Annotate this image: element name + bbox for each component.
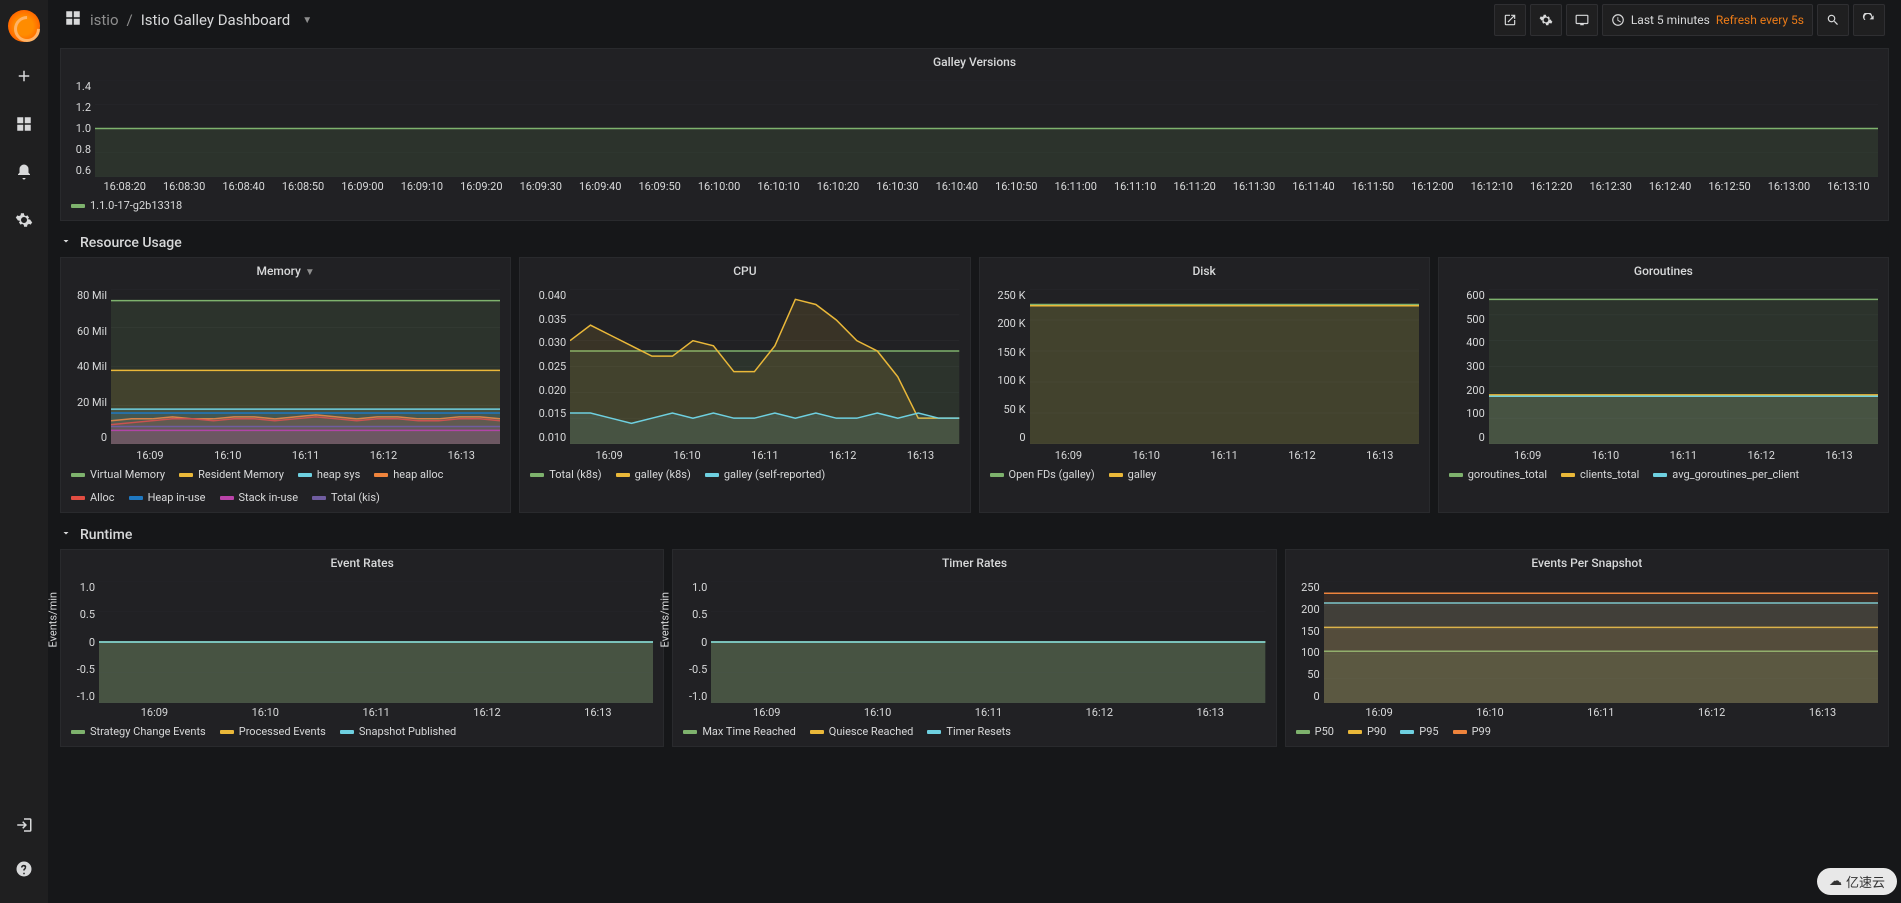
- panel-title: Timer Rates: [673, 550, 1275, 576]
- legend-item[interactable]: Max Time Reached: [683, 725, 795, 738]
- legend-disk: Open FDs (galley) galley: [980, 464, 1429, 489]
- chart-versions: 1.41.21.00.80.616:08:2016:08:3016:08:401…: [61, 75, 1888, 195]
- legend-item[interactable]: Alloc: [71, 491, 115, 504]
- breadcrumb[interactable]: istio / Istio Galley Dashboard ▼: [64, 9, 312, 31]
- dashboard-icon: [64, 9, 82, 31]
- cloud-icon: ☁: [1829, 874, 1842, 889]
- legend-item[interactable]: Heap in-use: [129, 491, 206, 504]
- legend-item[interactable]: Snapshot Published: [340, 725, 456, 738]
- watermark: ☁ 亿速云: [1817, 868, 1897, 895]
- legend-memory: Virtual Memory Resident Memory heap sys hea…: [61, 464, 510, 512]
- grafana-logo[interactable]: [8, 10, 40, 42]
- separator: /: [127, 11, 133, 29]
- legend-timer-rates: Max Time Reached Quiesce Reached Timer Res…: [673, 721, 1275, 746]
- help-icon[interactable]: [0, 849, 48, 889]
- chevron-down-icon: ▼: [302, 15, 312, 26]
- panel-event-rates[interactable]: Event Rates Events/min 1.00.50-0.5-1.016…: [60, 549, 664, 747]
- chart-goroutines: 600500400300200100016:0916:1016:1116:121…: [1439, 284, 1888, 464]
- legend-versions: 1.1.0-17-g2b13318: [61, 195, 1888, 220]
- row-title: Resource Usage: [80, 235, 182, 251]
- row-resource-usage[interactable]: Resource Usage: [60, 229, 1889, 257]
- legend-cpu: Total (k8s) galley (k8s) galley (self-repo…: [520, 464, 969, 489]
- chart-event-rates: Events/min 1.00.50-0.5-1.016:0916:1016:1…: [61, 576, 663, 721]
- chart-disk: 250 K200 K150 K100 K50 K016:0916:1016:11…: [980, 284, 1429, 464]
- refresh-button[interactable]: [1853, 4, 1885, 36]
- y-axis-label: Events/min: [659, 592, 672, 648]
- cycle-view-button[interactable]: [1566, 4, 1598, 36]
- legend-item[interactable]: galley (self-reported): [705, 468, 825, 481]
- signin-icon[interactable]: [0, 805, 48, 845]
- legend-item[interactable]: goroutines_total: [1449, 468, 1547, 481]
- legend-item[interactable]: P50: [1296, 725, 1334, 738]
- chart-timer-rates: Events/min 1.00.50-0.5-1.016:0916:1016:1…: [673, 576, 1275, 721]
- panel-title: Memory▼: [61, 258, 510, 284]
- time-picker[interactable]: Last 5 minutes Refresh every 5s: [1602, 4, 1813, 36]
- legend-goroutines: goroutines_total clients_total avg_gorouti…: [1439, 464, 1888, 489]
- legend-event-rates: Strategy Change Events Processed Events Sn…: [61, 721, 663, 746]
- zoom-out-button[interactable]: [1817, 4, 1849, 36]
- legend-item[interactable]: Resident Memory: [179, 468, 284, 481]
- panel-title: Event Rates: [61, 550, 663, 576]
- refresh-label: Refresh every 5s: [1716, 13, 1804, 27]
- dashboard-title: Istio Galley Dashboard: [141, 11, 291, 29]
- panel-goroutines[interactable]: Goroutines 600500400300200100016:0916:10…: [1438, 257, 1889, 513]
- panel-memory[interactable]: Memory▼ 80 Mil60 Mil40 Mil20 Mil016:0916…: [60, 257, 511, 513]
- panel-events-snapshot[interactable]: Events Per Snapshot 25020015010050016:09…: [1285, 549, 1889, 747]
- legend-item[interactable]: 1.1.0-17-g2b13318: [71, 199, 182, 212]
- chevron-down-icon: [60, 527, 72, 543]
- panel-disk[interactable]: Disk 250 K200 K150 K100 K50 K016:0916:10…: [979, 257, 1430, 513]
- folder-name: istio: [90, 11, 119, 29]
- y-axis-label: Events/min: [47, 592, 60, 648]
- panel-versions[interactable]: Galley Versions 1.41.21.00.80.616:08:201…: [60, 48, 1889, 221]
- legend-item[interactable]: Timer Resets: [927, 725, 1011, 738]
- legend-item[interactable]: heap sys: [298, 468, 360, 481]
- legend-item[interactable]: Quiesce Reached: [810, 725, 914, 738]
- share-button[interactable]: [1494, 4, 1526, 36]
- chevron-down-icon: [60, 235, 72, 251]
- legend-item[interactable]: galley (k8s): [616, 468, 691, 481]
- panel-title: Disk: [980, 258, 1429, 284]
- panel-title: Galley Versions: [61, 49, 1888, 75]
- legend-item[interactable]: Processed Events: [220, 725, 326, 738]
- legend-item[interactable]: Stack in-use: [220, 491, 299, 504]
- legend-item[interactable]: P99: [1453, 725, 1491, 738]
- panel-title: CPU: [520, 258, 969, 284]
- clock-icon: [1611, 13, 1625, 27]
- legend-item[interactable]: galley: [1109, 468, 1156, 481]
- chart-events-snapshot: 25020015010050016:0916:1016:1116:1216:13: [1286, 576, 1888, 721]
- time-range-label: Last 5 minutes: [1631, 13, 1710, 27]
- panel-title: Goroutines: [1439, 258, 1888, 284]
- create-icon[interactable]: [0, 56, 48, 96]
- legend-events-snapshot: P50 P90 P95 P99: [1286, 721, 1888, 746]
- legend-item[interactable]: clients_total: [1561, 468, 1639, 481]
- sidebar: [0, 0, 48, 903]
- panel-title: Events Per Snapshot: [1286, 550, 1888, 576]
- legend-item[interactable]: P95: [1400, 725, 1438, 738]
- legend-item[interactable]: Open FDs (galley): [990, 468, 1095, 481]
- topbar: istio / Istio Galley Dashboard ▼ Last 5 …: [48, 0, 1901, 40]
- legend-item[interactable]: Virtual Memory: [71, 468, 165, 481]
- panel-cpu[interactable]: CPU 0.0400.0350.0300.0250.0200.0150.0101…: [519, 257, 970, 513]
- legend-item[interactable]: avg_goroutines_per_client: [1653, 468, 1799, 481]
- legend-item[interactable]: Strategy Change Events: [71, 725, 206, 738]
- legend-item[interactable]: P90: [1348, 725, 1386, 738]
- legend-item[interactable]: Total (k8s): [530, 468, 601, 481]
- legend-item[interactable]: heap alloc: [374, 468, 443, 481]
- settings-button[interactable]: [1530, 4, 1562, 36]
- row-runtime[interactable]: Runtime: [60, 521, 1889, 549]
- config-icon[interactable]: [0, 200, 48, 240]
- row-title: Runtime: [80, 527, 132, 543]
- dashboards-icon[interactable]: [0, 104, 48, 144]
- chart-memory: 80 Mil60 Mil40 Mil20 Mil016:0916:1016:11…: [61, 284, 510, 464]
- alerting-icon[interactable]: [0, 152, 48, 192]
- legend-item[interactable]: Total (kis): [312, 491, 380, 504]
- chart-cpu: 0.0400.0350.0300.0250.0200.0150.01016:09…: [520, 284, 969, 464]
- panel-timer-rates[interactable]: Timer Rates Events/min 1.00.50-0.5-1.016…: [672, 549, 1276, 747]
